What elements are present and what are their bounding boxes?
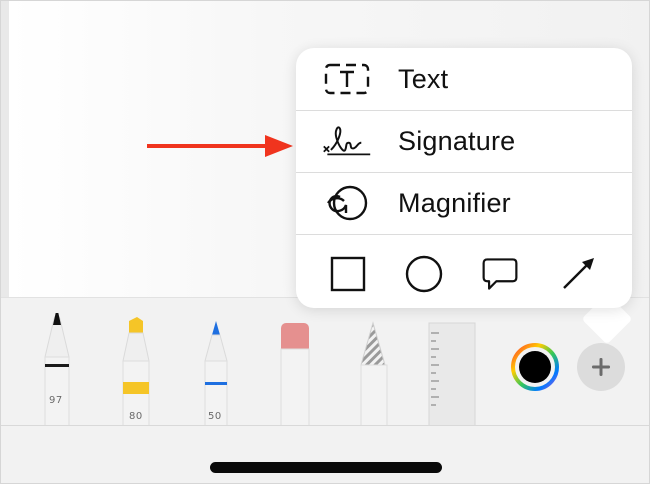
- ruler-tool[interactable]: [425, 313, 477, 429]
- menu-item-text-label: Text: [398, 64, 449, 94]
- magnifier-icon: [327, 185, 368, 221]
- arrow-shape-icon[interactable]: [558, 254, 598, 294]
- pen-tool[interactable]: [37, 313, 77, 429]
- menu-item-magnifier-label: Magnifier: [398, 188, 511, 218]
- bottom-bar: [1, 425, 649, 483]
- text-box-icon: [324, 63, 370, 95]
- square-shape-icon[interactable]: [328, 254, 368, 294]
- eraser-tool[interactable]: [279, 313, 313, 429]
- plus-icon: [592, 358, 610, 376]
- add-annotation-button[interactable]: [577, 343, 625, 391]
- screen: 97 80 50 Text Signature Magnifier: [0, 0, 650, 484]
- pen-width-label: 97: [49, 395, 63, 406]
- color-picker-button[interactable]: [511, 343, 559, 391]
- home-indicator[interactable]: [210, 462, 442, 473]
- circle-shape-icon[interactable]: [404, 254, 444, 294]
- highlighter-width-label: 80: [129, 411, 143, 422]
- annotation-arrow-icon: [147, 135, 293, 157]
- shapes-row: [296, 234, 632, 308]
- add-menu-popup: Text Signature Magnifier: [296, 48, 632, 308]
- speech-bubble-icon[interactable]: [480, 254, 520, 294]
- lasso-tool[interactable]: [357, 313, 393, 429]
- menu-item-signature-label: Signature: [398, 126, 516, 156]
- menu-item-signature[interactable]: Signature: [296, 110, 632, 173]
- signature-icon: [323, 126, 371, 156]
- menu-item-magnifier[interactable]: Magnifier: [296, 172, 632, 235]
- menu-item-text[interactable]: Text: [296, 48, 632, 111]
- left-edge: [1, 1, 9, 299]
- pencil-width-label: 50: [208, 411, 222, 422]
